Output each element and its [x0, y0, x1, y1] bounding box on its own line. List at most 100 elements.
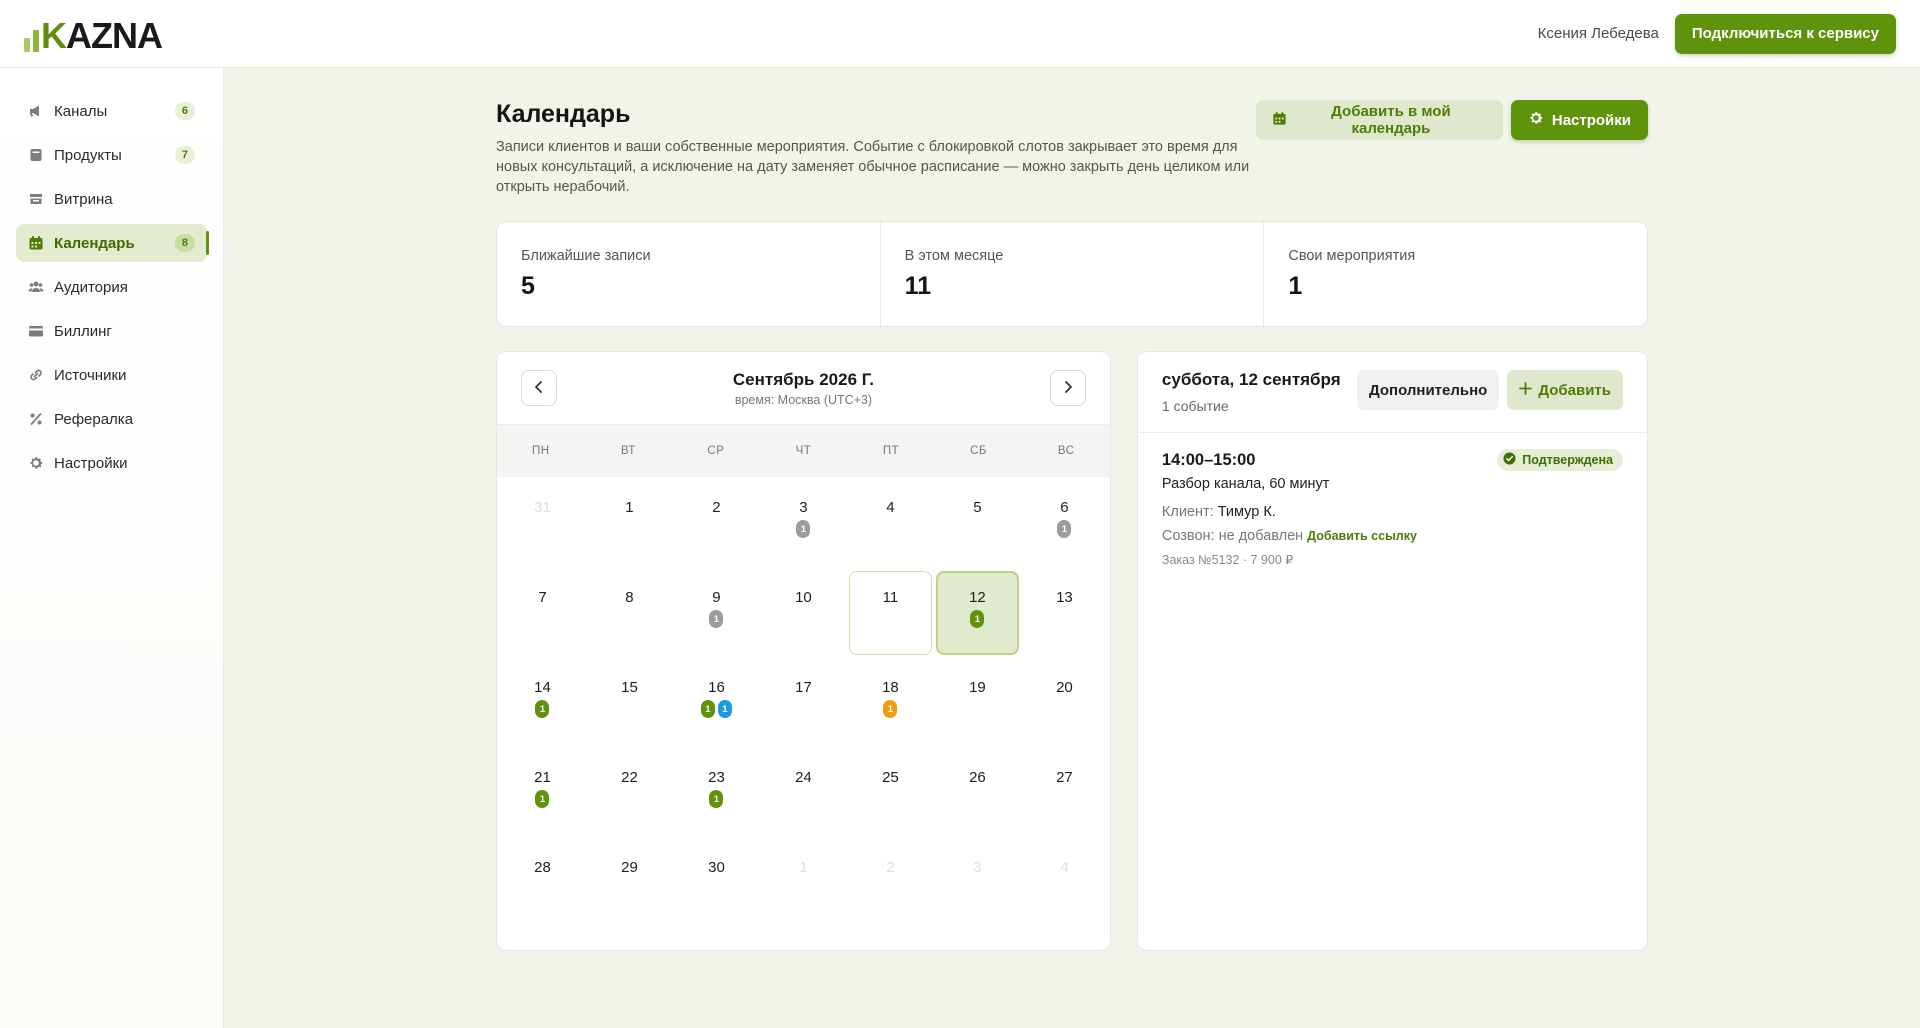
calendar-day[interactable]: 1: [586, 477, 673, 567]
stats-panel: Ближайшие записи 5 В этом месяце 11 Свои…: [496, 221, 1648, 327]
calendar-day[interactable]: 61: [1021, 477, 1108, 567]
event-count-badge: 1: [709, 610, 724, 628]
sidebar-item-8[interactable]: Настройки: [16, 444, 207, 482]
sidebar-item-6[interactable]: Источники: [16, 356, 207, 394]
calendar-day[interactable]: 19: [934, 657, 1021, 747]
sidebar-item-4[interactable]: Аудитория: [16, 268, 207, 306]
event-count-badge: 1: [535, 700, 550, 718]
calendar-day[interactable]: 7: [499, 567, 586, 657]
add-link-button[interactable]: Добавить ссылку: [1307, 529, 1417, 543]
chevron-right-icon: [1061, 380, 1075, 397]
calendar-day[interactable]: 2: [673, 477, 760, 567]
add-event-button[interactable]: Добавить: [1507, 370, 1623, 410]
calendar-day[interactable]: 21 1: [499, 747, 586, 837]
event-count-badge: 1: [970, 610, 985, 628]
calendar-day[interactable]: 30: [673, 837, 760, 927]
calendar-day[interactable]: 4: [847, 477, 934, 567]
day-number: 2: [712, 499, 721, 516]
more-button[interactable]: Дополнительно: [1356, 370, 1500, 410]
day-number: 14: [534, 679, 551, 696]
sidebar-item-2[interactable]: Витрина: [16, 180, 207, 218]
sidebar-item-label: Рефералка: [54, 410, 134, 428]
users-icon: [28, 279, 44, 295]
calendar-day[interactable]: 12 1: [934, 567, 1021, 657]
weekday-label: СР: [707, 445, 725, 457]
sidebar-item-label: Календарь: [54, 234, 135, 252]
prev-month-button[interactable]: [521, 370, 557, 406]
gear-icon: [1528, 110, 1544, 130]
logo-word: AZNA: [66, 14, 163, 56]
calendar-day[interactable]: 17: [760, 657, 847, 747]
sidebar-item-0[interactable]: Каналы 6: [16, 92, 207, 130]
day-events: 1: [883, 700, 898, 718]
calendar-day[interactable]: 10: [760, 567, 847, 657]
sidebar-item-label: Аудитория: [54, 278, 128, 296]
kazna-logo[interactable]: KAZNA: [24, 14, 163, 56]
day-events: 1: [1057, 520, 1072, 538]
calendar-day[interactable]: 24: [760, 747, 847, 837]
calendar-day[interactable]: 27: [1021, 747, 1108, 837]
day-events: 1: [970, 610, 985, 628]
calendar-day[interactable]: 25: [847, 747, 934, 837]
calendar-day[interactable]: 16 1 1: [673, 657, 760, 747]
add-to-my-calendar-button[interactable]: Добавить в мой календарь: [1256, 100, 1503, 140]
day-number: 16: [708, 679, 725, 696]
day-panel-count: 1 событие: [1161, 398, 1229, 414]
calendar-day[interactable]: 8: [586, 567, 673, 657]
event-count-badge: 1: [1057, 520, 1072, 538]
weekday-label: ПТ: [882, 445, 900, 457]
day-number: 2: [886, 859, 895, 876]
calendar-day[interactable]: 11: [847, 567, 934, 657]
day-number: 28: [534, 859, 551, 876]
box-icon: [28, 147, 44, 163]
credit-card-icon: [28, 323, 44, 339]
calendar-day[interactable]: 15: [586, 657, 673, 747]
calendar-day[interactable]: 29: [586, 837, 673, 927]
month-calendar: Сентябрь 2026 Г. время: Москва (UTC+3) П…: [496, 351, 1111, 951]
next-month-button[interactable]: [1049, 370, 1086, 406]
calendar-day[interactable]: 31: [760, 477, 847, 567]
day-number: 4: [1060, 859, 1069, 876]
settings-button[interactable]: Настройки: [1510, 100, 1648, 140]
calendar-day[interactable]: 13: [1021, 567, 1108, 657]
day-number: 25: [882, 769, 899, 786]
day-number: 4: [886, 499, 895, 516]
sidebar-item-label: Каналы: [54, 102, 108, 120]
stat-this-month: В этом месяце 11: [881, 222, 1265, 326]
top-bar: KAZNA Ксения Лебедева Подключиться к сер…: [0, 0, 1920, 68]
main-content: Календарь Записи клиентов и ваши собстве…: [496, 100, 1648, 951]
connect-service-button[interactable]: Подключиться к сервису: [1674, 13, 1896, 54]
event-card[interactable]: 14:00–15:00 Разбор канала, 60 минут Подт…: [1138, 433, 1647, 585]
weekday-label: ПН: [531, 445, 550, 457]
sidebar-item-label: Источники: [54, 366, 127, 384]
sidebar-item-5[interactable]: Биллинг: [16, 312, 207, 350]
calendar-day[interactable]: 18 1: [847, 657, 934, 747]
calendar-day: 2: [847, 837, 934, 927]
calendar-day[interactable]: 5: [934, 477, 1021, 567]
calendar-day[interactable]: 23 1: [673, 747, 760, 837]
day-events: 1: [535, 700, 550, 718]
day-number: 12: [969, 589, 986, 606]
chevron-left-icon: [532, 380, 546, 397]
sidebar-item-1[interactable]: Продукты 7: [16, 136, 207, 174]
sidebar-item-3[interactable]: Календарь 8: [16, 224, 209, 262]
day-number: 8: [625, 589, 634, 606]
calendar-day[interactable]: 91: [673, 567, 760, 657]
day-events: 1: [535, 790, 550, 808]
event-client: Клиент: Тимур К.: [1161, 504, 1276, 520]
day-events: 1: [709, 790, 724, 808]
calendar-day[interactable]: 26: [934, 747, 1021, 837]
event-count-badge: 1: [709, 790, 724, 808]
calendar-day: 3: [934, 837, 1021, 927]
calendar-day[interactable]: 20: [1021, 657, 1108, 747]
count-badge: 8: [174, 234, 195, 252]
sidebar-item-7[interactable]: Рефералка: [16, 400, 207, 438]
user-name[interactable]: Ксения Лебедева: [1538, 25, 1659, 42]
calendar-day[interactable]: 22: [586, 747, 673, 837]
page-title: Календарь: [496, 100, 631, 128]
day-number: 19: [969, 679, 986, 696]
percent-icon: [28, 411, 44, 427]
calendar-day[interactable]: 28: [499, 837, 586, 927]
calendar-day[interactable]: 14 1: [499, 657, 586, 747]
storefront-icon: [28, 191, 44, 207]
